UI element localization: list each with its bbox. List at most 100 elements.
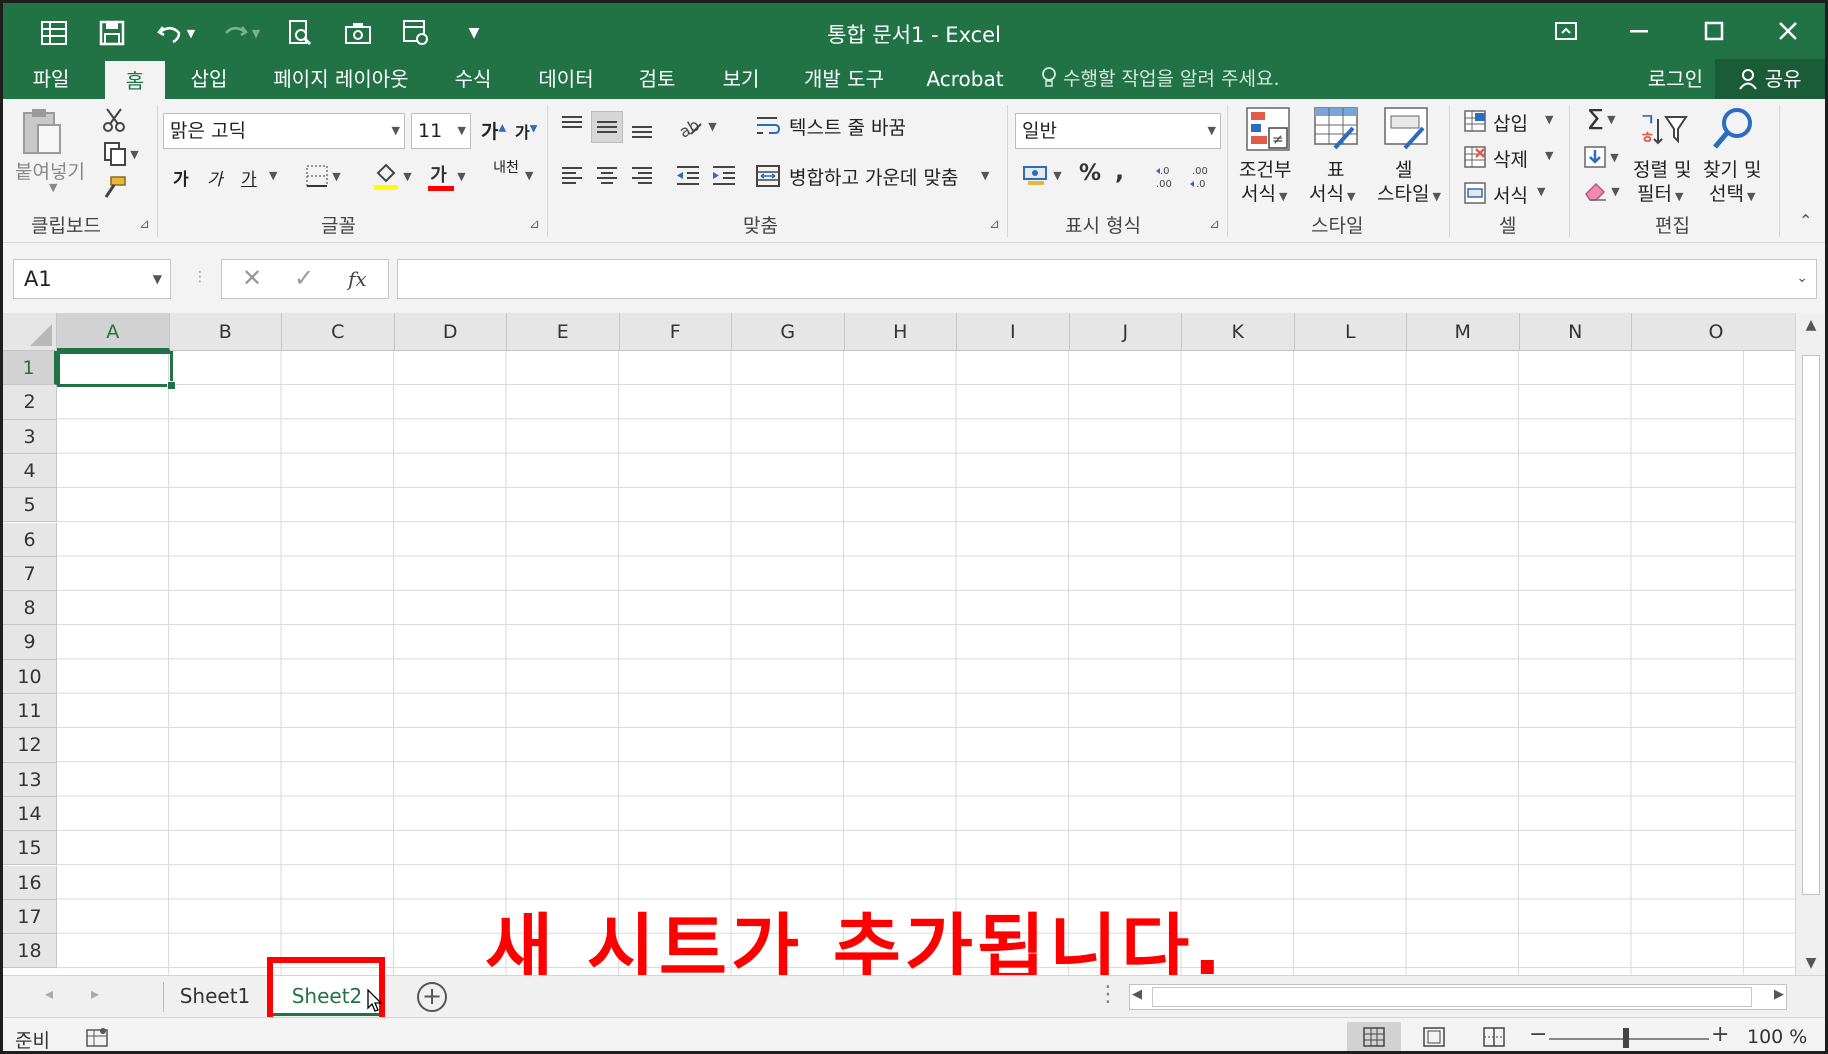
name-box[interactable]: A1 ▼ — [13, 259, 171, 299]
font-name-combo[interactable]: 맑은 고딕 ▼ — [163, 113, 405, 149]
conditional-formatting-label-2[interactable]: 서식 ▼ — [1241, 179, 1287, 206]
select-all-corner[interactable] — [3, 313, 57, 351]
maximize-icon[interactable] — [1677, 3, 1751, 59]
tab-file[interactable]: 파일 — [21, 59, 81, 99]
format-cells-button[interactable]: 서식 — [1493, 181, 1528, 208]
format-as-table-label-2[interactable]: 서식 ▼ — [1309, 179, 1355, 206]
font-color-icon[interactable]: 가 ▼ — [423, 159, 471, 193]
row-header-16[interactable]: 16 — [3, 865, 57, 900]
align-middle-icon[interactable] — [592, 113, 622, 141]
formula-input[interactable]: ⌄ — [397, 259, 1817, 299]
column-header-i[interactable]: I — [957, 313, 1070, 351]
cell-styles-label-2[interactable]: 스타일 ▼ — [1377, 179, 1441, 206]
next-sheet-icon[interactable]: ▸ — [91, 984, 99, 1003]
sheet-tab-sheet1[interactable]: Sheet1 — [167, 976, 263, 1016]
paste-icon[interactable] — [17, 107, 67, 157]
row-header-18[interactable]: 18 — [3, 934, 57, 969]
number-format-combo[interactable]: 일반 ▼ — [1015, 113, 1221, 149]
conditional-formatting-label-1[interactable]: 조건부 — [1239, 155, 1291, 182]
align-left-icon[interactable] — [557, 161, 587, 189]
sort-filter-label-2[interactable]: 필터 ▼ — [1637, 179, 1683, 206]
bold-button[interactable]: 가 — [173, 165, 189, 190]
row-header-3[interactable]: 3 — [3, 419, 57, 454]
insert-cells-icon[interactable] — [1461, 107, 1489, 135]
tab-developer[interactable]: 개발 도구 — [797, 59, 891, 99]
comma-button[interactable]: , — [1115, 157, 1124, 185]
row-header-4[interactable]: 4 — [3, 453, 57, 489]
scroll-up-icon[interactable]: ▲ — [1796, 317, 1825, 333]
row-header-11[interactable]: 11 — [3, 694, 57, 729]
customize-qat-icon[interactable]: ▼ — [445, 11, 503, 55]
decrease-indent-icon[interactable] — [673, 161, 703, 189]
row-header-1[interactable]: 1 — [3, 351, 57, 386]
minimize-icon[interactable] — [1603, 3, 1677, 59]
border-icon[interactable]: ▼ — [303, 161, 343, 191]
cell-styles-label-1[interactable]: 셀 — [1395, 155, 1412, 182]
row-header-14[interactable]: 14 — [3, 796, 57, 832]
macro-record-icon[interactable] — [85, 1026, 109, 1051]
format-as-table-label-1[interactable]: 표 — [1327, 155, 1344, 182]
sort-filter-label-1[interactable]: 정렬 및 — [1633, 155, 1691, 182]
align-top-icon[interactable] — [557, 111, 587, 139]
tab-acrobat[interactable]: Acrobat — [915, 59, 1015, 99]
increase-decimal-icon[interactable]: .0.00 — [1153, 161, 1185, 191]
clipboard-launcher-icon[interactable]: ⊿ — [139, 217, 150, 232]
find-select-label-1[interactable]: 찾기 및 — [1703, 155, 1761, 182]
column-header-k[interactable]: K — [1182, 313, 1295, 351]
save-icon[interactable] — [83, 11, 141, 55]
cancel-entry-icon[interactable]: ✕ — [242, 264, 262, 292]
column-header-d[interactable]: D — [394, 313, 507, 351]
zoom-slider-knob[interactable] — [1623, 1028, 1629, 1048]
ribbon-display-options-icon[interactable] — [1529, 3, 1603, 59]
tab-home[interactable]: 홈 — [105, 61, 165, 101]
scroll-left-icon[interactable]: ◀ — [1132, 987, 1142, 1002]
prev-sheet-icon[interactable]: ◂ — [45, 984, 53, 1003]
column-header-c[interactable]: C — [282, 313, 395, 351]
row-header-7[interactable]: 7 — [3, 556, 57, 592]
page-break-view-icon[interactable] — [1467, 1022, 1521, 1051]
delete-cells-icon[interactable] — [1461, 143, 1489, 171]
number-launcher-icon[interactable]: ⊿ — [1209, 217, 1220, 232]
underline-button[interactable]: 가 — [241, 165, 257, 190]
scroll-down-icon[interactable]: ▼ — [1796, 955, 1825, 971]
tab-review[interactable]: 검토 — [627, 59, 687, 99]
formula-bar-resize-handle[interactable]: ⋮ — [193, 269, 207, 285]
row-header-10[interactable]: 10 — [3, 659, 57, 694]
wrap-text-icon[interactable] — [753, 111, 783, 141]
format-as-table-icon[interactable] — [1311, 105, 1361, 153]
column-header-f[interactable]: F — [619, 313, 732, 351]
fill-icon[interactable]: ▼ — [1579, 141, 1623, 173]
align-center-icon[interactable] — [592, 161, 622, 189]
percent-button[interactable]: % — [1079, 161, 1101, 186]
accounting-format-icon[interactable]: ▼ — [1017, 159, 1067, 191]
row-header-15[interactable]: 15 — [3, 831, 57, 866]
sort-filter-icon[interactable]: ㄱㅎ — [1635, 105, 1691, 153]
insert-function-icon[interactable]: fx — [348, 267, 367, 291]
grow-font-button[interactable]: 가▲ — [481, 117, 506, 144]
column-header-n[interactable]: N — [1519, 313, 1632, 351]
cell-area[interactable] — [57, 351, 1801, 975]
tab-data[interactable]: 데이터 — [529, 59, 603, 99]
merge-center-button[interactable]: 병합하고 가운데 맞춤 — [789, 163, 958, 190]
find-select-icon[interactable] — [1709, 103, 1759, 153]
fill-color-icon[interactable]: ▼ — [369, 159, 415, 193]
login-link[interactable]: 로그인 — [1648, 59, 1703, 99]
column-header-m[interactable]: M — [1407, 313, 1520, 351]
zoom-in-button[interactable]: + — [1711, 1022, 1729, 1047]
increase-indent-icon[interactable] — [709, 161, 739, 189]
vertical-scroll-thumb[interactable] — [1802, 355, 1820, 895]
phonetic-button[interactable]: 내천 — [493, 161, 519, 175]
share-button[interactable]: 공유 — [1715, 59, 1825, 99]
scroll-right-icon[interactable]: ▶ — [1774, 987, 1784, 1002]
cell-styles-icon[interactable] — [1381, 105, 1431, 153]
undo-icon[interactable]: ▼ — [141, 11, 211, 55]
row-header-8[interactable]: 8 — [3, 591, 57, 626]
insert-cells-button[interactable]: 삽입 — [1493, 109, 1528, 136]
align-right-icon[interactable] — [627, 161, 657, 189]
zoom-out-button[interactable]: − — [1529, 1022, 1547, 1047]
align-bottom-icon[interactable] — [627, 115, 657, 143]
zoom-slider-track[interactable] — [1549, 1038, 1709, 1040]
active-cell-a1[interactable] — [57, 351, 176, 390]
wrap-text-button[interactable]: 텍스트 줄 바꿈 — [789, 113, 906, 140]
column-header-h[interactable]: H — [844, 313, 957, 351]
